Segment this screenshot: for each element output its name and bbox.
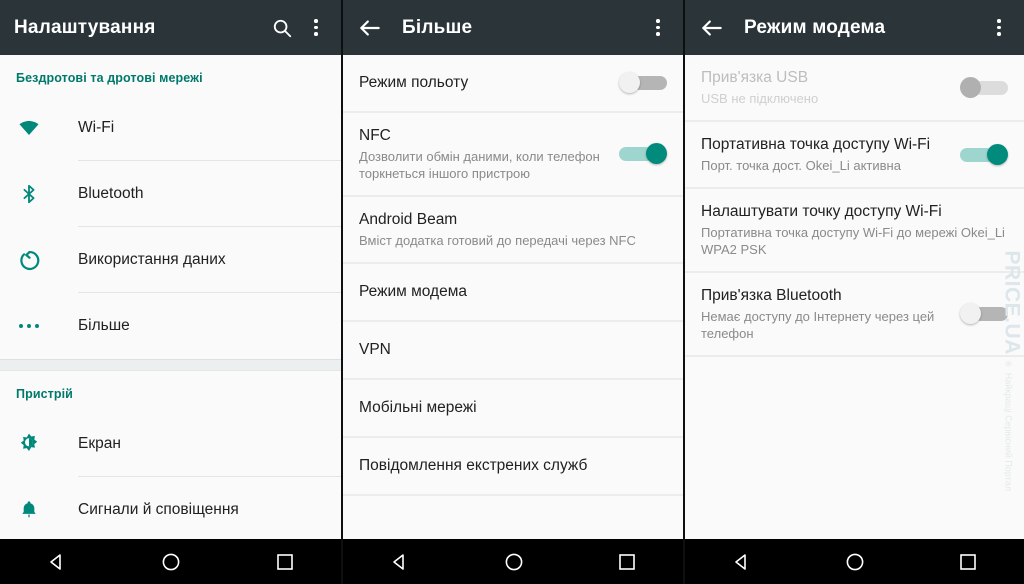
panel-settings: Налаштування Бездротові та дротові мереж… bbox=[0, 0, 341, 584]
list-item-text: Прив'язка USB USB не підключено bbox=[701, 55, 948, 120]
list-item-text: Портативна точка доступу Wi-Fi Порт. точ… bbox=[701, 122, 948, 187]
back-arrow-icon[interactable] bbox=[357, 15, 402, 41]
page-title: Більше bbox=[402, 16, 473, 38]
list-item-title: Мобільні мережі bbox=[359, 399, 477, 416]
settings-list: Бездротові та дротові мережі Wi-Fi Bluet… bbox=[0, 55, 341, 539]
nfc-toggle[interactable] bbox=[617, 141, 667, 167]
sidebar-item-wifi[interactable]: Wi-Fi bbox=[0, 95, 341, 161]
sidebar-item-bluetooth[interactable]: Bluetooth bbox=[0, 161, 341, 227]
bluetooth-tethering-toggle[interactable] bbox=[958, 301, 1008, 327]
panel-more: Більше Режим польоту NFC Дозволити обмін… bbox=[341, 0, 683, 584]
overflow-menu-icon[interactable] bbox=[988, 16, 1010, 40]
recents-square-icon[interactable] bbox=[276, 553, 294, 571]
list-item-subtitle: Порт. точка дост. Okei_Li активна bbox=[701, 158, 901, 173]
list-item-text: NFC Дозволити обмін даними, коли телефон… bbox=[359, 113, 607, 195]
list-item-bluetooth-tethering[interactable]: Прив'язка Bluetooth Немає доступу до Інт… bbox=[685, 273, 1024, 355]
list-item-subtitle: Вміст додатка готовий до передачі через … bbox=[359, 233, 636, 248]
list-item-text: Налаштувати точку доступу Wi-Fi Портатив… bbox=[701, 189, 1008, 271]
sidebar-item-label: Використання даних bbox=[78, 251, 226, 268]
android-navbar bbox=[343, 539, 683, 584]
sidebar-item-sound-notifications[interactable]: Сигнали й сповіщення bbox=[0, 477, 341, 539]
sidebar-item-data-usage[interactable]: Використання даних bbox=[0, 227, 341, 293]
list-item-nfc[interactable]: NFC Дозволити обмін даними, коли телефон… bbox=[343, 113, 683, 195]
back-triangle-icon[interactable] bbox=[390, 552, 410, 572]
tethering-list: Прив'язка USB USB не підключено Портатив… bbox=[685, 55, 1024, 539]
search-icon[interactable] bbox=[271, 17, 305, 39]
list-item-title: Прив'язка Bluetooth bbox=[701, 287, 842, 304]
list-item-text: Режим польоту bbox=[359, 60, 607, 106]
recents-square-icon[interactable] bbox=[959, 553, 977, 571]
list-item-title: Прив'язка USB bbox=[701, 69, 809, 86]
recents-square-icon[interactable] bbox=[618, 553, 636, 571]
brightness-icon bbox=[16, 431, 42, 457]
sidebar-item-label: Wi-Fi bbox=[78, 119, 115, 136]
watermark-tagline: Найкращі Сервісний Портал bbox=[1004, 372, 1014, 491]
sidebar-item-display[interactable]: Екран bbox=[0, 411, 341, 477]
list-item-title: Портативна точка доступу Wi-Fi bbox=[701, 136, 931, 153]
list-item-title: Режим польоту bbox=[359, 74, 469, 91]
back-arrow-icon[interactable] bbox=[699, 15, 744, 41]
tethering-appbar: Режим модема bbox=[685, 0, 1024, 55]
list-item-portable-hotspot[interactable]: Портативна точка доступу Wi-Fi Порт. точ… bbox=[685, 122, 1024, 187]
page-title: Налаштування bbox=[14, 16, 156, 38]
settings-appbar: Налаштування bbox=[0, 0, 341, 55]
sidebar-item-more[interactable]: Більше bbox=[0, 293, 341, 359]
list-divider bbox=[685, 355, 1024, 357]
home-circle-icon[interactable] bbox=[504, 552, 524, 572]
android-navbar bbox=[0, 539, 341, 584]
wifi-icon bbox=[16, 115, 42, 141]
list-item-text: Режим модема bbox=[359, 269, 667, 315]
back-triangle-icon[interactable] bbox=[732, 552, 752, 572]
list-item-title: NFC bbox=[359, 127, 391, 144]
data-usage-icon bbox=[16, 247, 42, 273]
list-item-subtitle: Дозволити обмін даними, коли телефон тор… bbox=[359, 149, 600, 181]
overflow-menu-icon[interactable] bbox=[647, 16, 669, 40]
list-item-text: Прив'язка Bluetooth Немає доступу до Інт… bbox=[701, 273, 948, 355]
overflow-menu-icon[interactable] bbox=[305, 16, 327, 40]
back-triangle-icon[interactable] bbox=[47, 552, 67, 572]
list-item-configure-hotspot[interactable]: Налаштувати точку доступу Wi-Fi Портатив… bbox=[685, 189, 1024, 271]
list-item-title: Android Beam bbox=[359, 211, 458, 228]
home-circle-icon[interactable] bbox=[161, 552, 181, 572]
list-item-airplane-mode[interactable]: Режим польоту bbox=[343, 55, 683, 111]
list-item-title: Налаштувати точку доступу Wi-Fi bbox=[701, 203, 942, 220]
list-item-text: Android Beam Вміст додатка готовий до пе… bbox=[359, 197, 667, 262]
list-item-title: VPN bbox=[359, 341, 391, 358]
page-title: Режим модема bbox=[744, 16, 886, 38]
list-item-title: Повідомлення екстрених служб bbox=[359, 457, 588, 474]
sidebar-item-label: Сигнали й сповіщення bbox=[78, 501, 239, 518]
more-list: Режим польоту NFC Дозволити обмін даними… bbox=[343, 55, 683, 539]
list-item-android-beam[interactable]: Android Beam Вміст додатка готовий до пе… bbox=[343, 197, 683, 262]
section-header-device: Пристрій bbox=[16, 387, 73, 401]
portable-hotspot-toggle[interactable] bbox=[958, 142, 1008, 168]
sidebar-item-label: Більше bbox=[78, 317, 130, 334]
list-item-subtitle: USB не підключено bbox=[701, 91, 819, 106]
list-item-subtitle: Портативна точка доступу Wi-Fi до мережі… bbox=[701, 225, 1005, 257]
section-header-wireless: Бездротові та дротові мережі bbox=[16, 71, 203, 85]
list-item-text: Мобільні мережі bbox=[359, 385, 667, 431]
sidebar-item-label: Екран bbox=[78, 435, 121, 452]
list-item-tethering[interactable]: Режим модема bbox=[343, 264, 683, 320]
list-item-text: VPN bbox=[359, 327, 667, 373]
panel-tethering: Режим модема Прив'язка USB USB не підклю… bbox=[683, 0, 1024, 584]
bell-icon bbox=[16, 497, 42, 523]
sidebar-item-label: Bluetooth bbox=[78, 185, 144, 202]
section-divider bbox=[0, 359, 341, 371]
usb-tethering-toggle bbox=[958, 75, 1008, 101]
list-item-text: Повідомлення екстрених служб bbox=[359, 443, 667, 489]
list-item-mobile-networks[interactable]: Мобільні мережі bbox=[343, 380, 683, 436]
more-appbar: Більше bbox=[343, 0, 683, 55]
more-dots-icon bbox=[16, 313, 42, 339]
airplane-mode-toggle[interactable] bbox=[617, 70, 667, 96]
watermark-registered-icon: ® bbox=[1004, 360, 1013, 367]
list-item-usb-tethering: Прив'язка USB USB не підключено bbox=[685, 55, 1024, 120]
list-item-emergency-broadcasts[interactable]: Повідомлення екстрених служб bbox=[343, 438, 683, 494]
list-item-title: Режим модема bbox=[359, 283, 467, 300]
list-divider bbox=[343, 494, 683, 496]
home-circle-icon[interactable] bbox=[845, 552, 865, 572]
list-item-vpn[interactable]: VPN bbox=[343, 322, 683, 378]
bluetooth-icon bbox=[16, 181, 42, 207]
android-navbar bbox=[685, 539, 1024, 584]
list-item-subtitle: Немає доступу до Інтернету через цей тел… bbox=[701, 309, 935, 341]
